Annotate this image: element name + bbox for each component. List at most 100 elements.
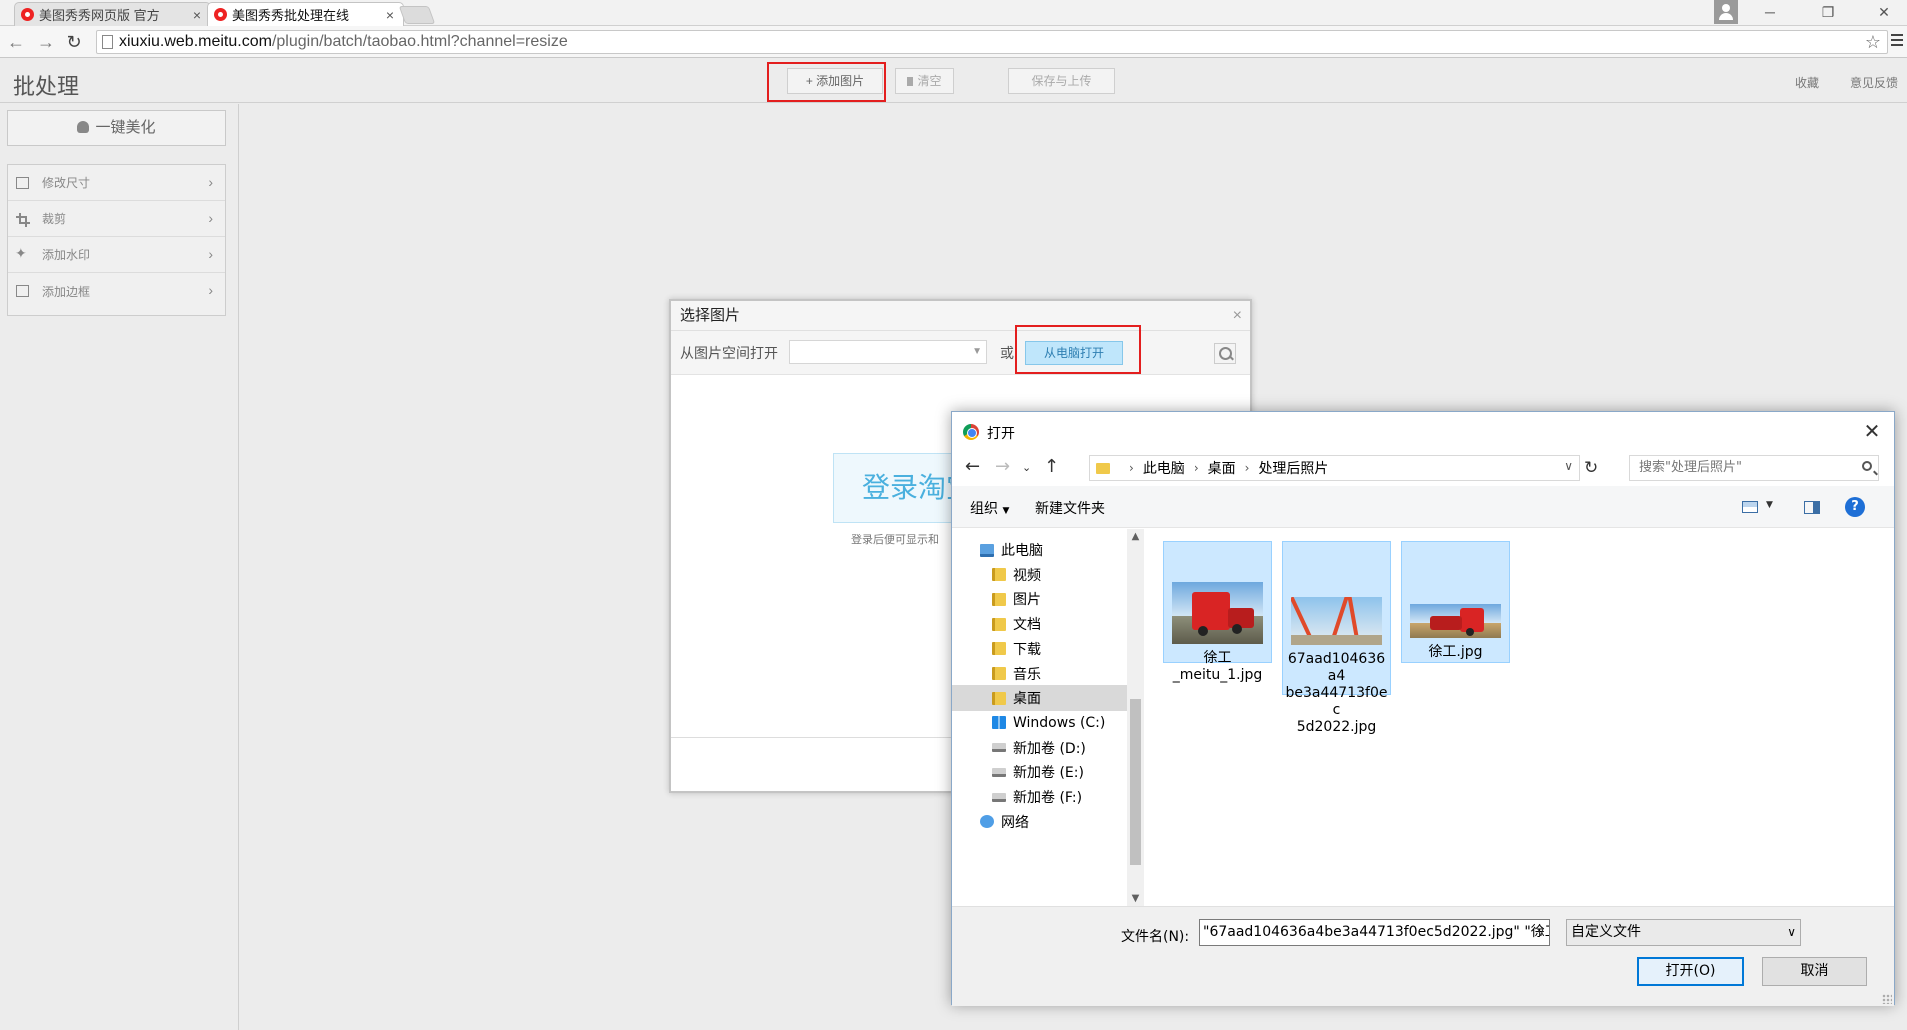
address-bar[interactable]: xiuxiu.web.meitu.com/plugin/batch/taobao… xyxy=(96,30,1888,54)
open-dialog-bottom: 文件名(N): "67aad104636a4be3a44713f0ec5d202… xyxy=(952,906,1894,1006)
tree-item-label: 下载 xyxy=(1013,641,1041,658)
breadcrumb-separator-icon: › xyxy=(1193,461,1199,475)
breadcrumb-item[interactable]: 桌面 xyxy=(1208,458,1236,478)
tree-item[interactable]: 新加卷 (F:) xyxy=(952,784,1127,810)
browser-tab-bar: 美图秀秀网页版 官方 × 美图秀秀批处理在线 × ─ ❐ ✕ xyxy=(0,0,1907,26)
page-title: 批处理 xyxy=(13,74,80,99)
new-tab-button[interactable] xyxy=(398,6,436,24)
tool-crop[interactable]: 裁剪 › xyxy=(8,201,225,237)
search-input[interactable]: 搜索"处理后照片" xyxy=(1629,455,1879,481)
tree-item[interactable]: 文档 xyxy=(952,611,1127,637)
recent-locations-icon[interactable]: ⌄ xyxy=(1022,461,1031,474)
file-thumbnail xyxy=(1291,597,1382,645)
file-item[interactable]: 67aad104636a4 be3a44713f0ec 5d2022.jpg xyxy=(1282,541,1391,735)
filename-input[interactable]: "67aad104636a4be3a44713f0ec5d2022.jpg" "… xyxy=(1199,919,1550,946)
breadcrumb[interactable]: › 此电脑 › 桌面 › 处理后照片 ∨ xyxy=(1089,455,1580,481)
tree-item[interactable]: 新加卷 (E:) xyxy=(952,759,1127,785)
close-icon[interactable]: ✕ xyxy=(1858,418,1886,444)
tool-border[interactable]: 添加边框 › xyxy=(8,273,225,309)
beautify-label: 一键美化 xyxy=(95,119,156,136)
open-dialog-title: 打开 xyxy=(987,426,1015,442)
folder-icon xyxy=(1096,462,1110,474)
border-icon xyxy=(16,285,29,297)
tab-title: 美图秀秀网页版 官方 xyxy=(39,8,160,23)
close-icon[interactable]: × xyxy=(1233,301,1242,331)
tree-item[interactable]: 音乐 xyxy=(952,661,1127,687)
tree-scrollbar[interactable]: ▲ ▼ xyxy=(1127,529,1144,906)
tab-title: 美图秀秀批处理在线 xyxy=(232,8,350,23)
save-upload-button[interactable]: 保存与上传 xyxy=(1008,68,1115,94)
image-space-select[interactable]: ▼ xyxy=(789,340,987,364)
file-name: 67aad104636a4 be3a44713f0ec 5d2022.jpg xyxy=(1285,651,1388,735)
window-close-icon[interactable]: ✕ xyxy=(1862,0,1906,24)
file-thumbnail xyxy=(1410,604,1501,638)
network-icon xyxy=(980,815,994,829)
chevron-down-icon[interactable]: ∨ xyxy=(1536,920,1545,945)
tool-resize[interactable]: 修改尺寸 › xyxy=(8,165,225,201)
scroll-up-icon[interactable]: ▲ xyxy=(1127,531,1144,542)
restore-icon[interactable]: ❐ xyxy=(1806,0,1850,24)
filename-value: "67aad104636a4be3a44713f0ec5d2022.jpg" "… xyxy=(1203,924,1550,940)
forward-icon[interactable]: → xyxy=(34,30,58,54)
browser-tab-meitu-web[interactable]: 美图秀秀网页版 官方 × xyxy=(14,2,211,26)
help-icon[interactable]: ? xyxy=(1845,497,1865,517)
meitu-favicon-icon xyxy=(214,8,227,21)
resize-grip-icon[interactable] xyxy=(1882,994,1892,1004)
file-name: 徐工.jpg xyxy=(1428,644,1483,660)
back-arrow-icon[interactable]: ← xyxy=(965,456,980,477)
breadcrumb-separator-icon: › xyxy=(1244,461,1250,475)
organize-menu[interactable]: 组织 ▼ xyxy=(970,498,1009,518)
url-path: /plugin/batch/taobao.html?channel=resize xyxy=(271,33,568,50)
tool-label: 添加水印 xyxy=(42,248,91,262)
organize-label: 组织 xyxy=(970,501,998,517)
tree-item[interactable]: 视频 xyxy=(952,562,1127,588)
bookmark-star-icon[interactable]: ☆ xyxy=(1865,31,1881,53)
open-dialog-titlebar: 打开 ✕ xyxy=(952,412,1894,450)
breadcrumb-item[interactable]: 处理后照片 xyxy=(1258,458,1328,478)
refresh-icon[interactable]: ↻ xyxy=(1584,458,1598,478)
tree-item[interactable]: 网络 xyxy=(952,809,1127,835)
breadcrumb-item[interactable]: 此电脑 xyxy=(1143,458,1185,478)
preview-pane-icon[interactable] xyxy=(1804,501,1820,514)
forward-arrow-icon[interactable]: → xyxy=(995,456,1010,477)
tab-close-icon[interactable]: × xyxy=(190,7,204,23)
search-placeholder: 搜索"处理后照片" xyxy=(1639,460,1742,475)
feedback-link[interactable]: 意见反馈 xyxy=(1850,74,1898,91)
back-icon[interactable]: ← xyxy=(4,30,28,54)
browser-menu-icon[interactable] xyxy=(1891,34,1903,48)
tool-watermark[interactable]: 添加水印 › xyxy=(8,237,225,273)
file-type-select[interactable]: 自定义文件 ∨ xyxy=(1566,919,1801,946)
tree-item-label: 桌面 xyxy=(1013,691,1041,708)
browser-tab-meitu-batch[interactable]: 美图秀秀批处理在线 × xyxy=(207,2,404,26)
search-icon[interactable] xyxy=(1214,343,1236,364)
tree-item[interactable]: 新加卷 (D:) xyxy=(952,735,1127,761)
tab-close-icon[interactable]: × xyxy=(383,7,397,23)
minimize-icon[interactable]: ─ xyxy=(1748,0,1792,24)
file-item[interactable]: 徐工 _meitu_1.jpg xyxy=(1163,541,1272,683)
tree-item[interactable]: 桌面 xyxy=(952,685,1127,712)
cancel-button[interactable]: 取消 xyxy=(1762,957,1867,986)
reload-icon[interactable]: ↻ xyxy=(62,30,86,54)
tree-item[interactable]: Windows (C:) xyxy=(952,710,1127,736)
new-folder-button[interactable]: 新建文件夹 xyxy=(1035,498,1105,518)
favorite-link[interactable]: 收藏 xyxy=(1795,74,1819,91)
chevron-down-icon[interactable]: ∨ xyxy=(1564,459,1573,473)
caret-down-icon[interactable]: ▼ xyxy=(1766,500,1773,510)
file-open-dialog: 打开 ✕ ← → ⌄ ↑ › 此电脑 › 桌面 › 处理后照片 ∨ ↻ 搜索"处… xyxy=(951,411,1895,1006)
open-button[interactable]: 打开(O) xyxy=(1637,957,1744,986)
clear-button[interactable]: 清空 xyxy=(895,68,954,94)
up-arrow-icon[interactable]: ↑ xyxy=(1044,456,1059,477)
tree-item[interactable]: 此电脑 xyxy=(952,537,1127,563)
tree-item[interactable]: 下载 xyxy=(952,636,1127,662)
browser-nav-bar: ← → ↻ xiuxiu.web.meitu.com/plugin/batch/… xyxy=(0,26,1907,58)
one-click-beautify-button[interactable]: 一键美化 xyxy=(7,110,226,146)
resize-icon xyxy=(16,177,29,189)
file-item[interactable]: 徐工.jpg xyxy=(1401,541,1510,663)
file-list: 徐工 _meitu_1.jpg 67aad104636a4 be3a44713f0e… xyxy=(1145,529,1895,906)
scroll-down-icon[interactable]: ▼ xyxy=(1127,893,1144,904)
tree-item[interactable]: 图片 xyxy=(952,586,1127,612)
view-mode-icon[interactable] xyxy=(1742,501,1758,513)
scroll-thumb[interactable] xyxy=(1130,699,1141,865)
profile-icon[interactable] xyxy=(1714,0,1738,24)
chevron-right-icon: › xyxy=(208,174,213,190)
